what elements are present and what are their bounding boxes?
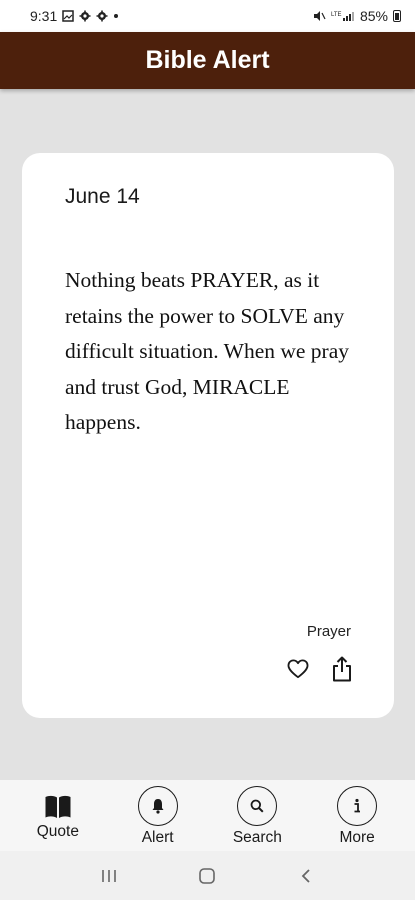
nav-more[interactable]: More [312, 786, 402, 847]
status-bar: 9:31 LTE 85% [0, 0, 415, 32]
quote-tag: Prayer [306, 623, 351, 640]
recents-button[interactable] [94, 861, 124, 891]
battery-icon [393, 10, 401, 22]
app-title: Bible Alert [145, 46, 270, 74]
nav-more-label: More [339, 829, 375, 846]
book-icon [45, 795, 71, 818]
info-icon [354, 798, 361, 813]
recents-icon [102, 869, 116, 882]
quote-text: Nothing beats PRAYER, as it retains the … [65, 268, 350, 434]
system-nav-bar [0, 851, 415, 900]
lte-signal-icon: LTE [331, 12, 354, 21]
card-actions [286, 656, 354, 682]
svg-text:LTE: LTE [331, 12, 342, 18]
quote-card: June 14 Nothing beats PRAYER, as it reta… [22, 153, 394, 718]
nav-search[interactable]: Search [212, 786, 302, 847]
status-time: 9:31 [30, 8, 58, 24]
quote-date: June 14 [65, 185, 140, 208]
nav-quote[interactable]: Quote [13, 786, 103, 841]
nav-search-label: Search [232, 829, 282, 846]
search-icon [250, 799, 264, 813]
battery-percent: 85% [359, 8, 388, 24]
share-icon [333, 656, 351, 682]
app-bar: Bible Alert [0, 32, 415, 89]
heart-icon [287, 659, 309, 679]
back-icon [301, 868, 310, 883]
bottom-nav: Quote Alert Search More [0, 780, 415, 851]
nav-alert-circle [137, 786, 178, 826]
settings-notification-icon [79, 10, 91, 22]
share-button[interactable] [330, 656, 354, 682]
status-right: LTE 85% [312, 8, 401, 24]
nav-quote-label: Quote [36, 823, 79, 840]
nav-alert[interactable]: Alert [113, 786, 203, 847]
favorite-button[interactable] [286, 656, 310, 682]
home-button[interactable] [192, 861, 222, 891]
nav-more-circle [337, 786, 378, 826]
nav-quote-icon-wrap [38, 786, 78, 820]
dot-notification-icon [114, 14, 119, 18]
mute-icon [313, 11, 326, 21]
nav-alert-label: Alert [141, 829, 174, 846]
bell-icon [152, 799, 164, 814]
gallery-notification-icon [62, 10, 74, 22]
back-button[interactable] [291, 861, 321, 891]
nav-search-circle [237, 786, 278, 826]
settings-notification-icon-2 [96, 10, 108, 22]
status-left: 9:31 [30, 8, 119, 24]
home-icon [199, 867, 216, 884]
